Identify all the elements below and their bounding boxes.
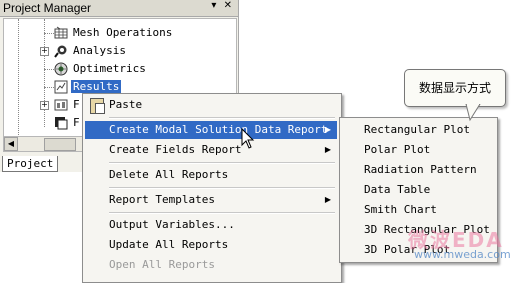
submenu-item-smith-chart[interactable]: Smith Chart	[364, 201, 437, 219]
menu-item-label: Output Variables...	[109, 218, 235, 231]
menu-item-label: Report Templates	[109, 193, 215, 206]
menu-separator	[109, 117, 335, 119]
mouse-cursor-icon	[241, 128, 255, 149]
analysis-icon	[54, 44, 68, 58]
menu-item-report-templates[interactable]: Report Templates ▶	[85, 191, 337, 209]
tree-item-label: F	[73, 116, 80, 129]
expand-toggle[interactable]: +	[40, 47, 49, 56]
field-overlays-icon	[54, 98, 68, 112]
tree-item-optimetrics[interactable]: Optimetrics	[54, 61, 148, 77]
optimetrics-icon	[54, 62, 68, 76]
panel-window-buttons[interactable]: ▾ ✕	[211, 0, 234, 11]
results-icon	[54, 80, 68, 94]
paste-icon	[90, 98, 105, 114]
context-menu: Paste Create Modal Solution Data Report …	[82, 93, 342, 283]
tree-line	[44, 87, 54, 88]
menu-item-create-modal-solution-data-report[interactable]: Create Modal Solution Data Report ▶	[85, 121, 337, 139]
annotation-callout: 数据显示方式	[404, 69, 506, 107]
panel-title-bar: Project Manager ▾ ✕	[0, 0, 238, 17]
submenu-item-polar-plot[interactable]: Polar Plot	[364, 141, 430, 159]
menu-item-label: Paste	[109, 98, 143, 111]
tree-item-analysis[interactable]: Analysis	[54, 43, 128, 59]
tree-item-label: F	[73, 98, 80, 111]
definitions-icon	[54, 116, 68, 130]
watermark-url: www.mweda.com	[414, 248, 511, 261]
menu-item-label: Update All Reports	[109, 238, 229, 251]
tab-project[interactable]: Project	[2, 156, 59, 172]
tree-item-definitions[interactable]: F	[54, 115, 82, 131]
submenu-arrow-icon: ▶	[324, 145, 331, 154]
tree-item-mesh-operations[interactable]: Mesh Operations	[54, 25, 174, 41]
submenu-item-rectangular-plot[interactable]: Rectangular Plot	[364, 121, 470, 139]
menu-separator	[109, 187, 335, 189]
menu-item-label: Delete All Reports	[109, 168, 229, 181]
tree-item-label: Results	[71, 80, 122, 93]
submenu-arrow-icon: ▶	[324, 125, 331, 134]
tree-item-label: Mesh Operations	[73, 26, 173, 39]
callout-tail	[465, 104, 481, 122]
tree-line	[18, 19, 19, 135]
menu-item-label: Create Modal Solution Data Report	[109, 123, 328, 136]
menu-item-create-fields-report[interactable]: Create Fields Report ▶	[85, 141, 337, 159]
panel-title: Project Manager	[3, 1, 92, 15]
menu-item-output-variables[interactable]: Output Variables...	[85, 216, 337, 234]
tree-item-label: Analysis	[73, 44, 126, 57]
scroll-left-icon[interactable]: ◀	[4, 137, 18, 151]
tree-line	[44, 33, 54, 34]
expand-toggle[interactable]: +	[40, 101, 49, 110]
tree-item-field-overlays[interactable]: F	[54, 97, 82, 113]
submenu-item-radiation-pattern[interactable]: Radiation Pattern	[364, 161, 477, 179]
menu-item-delete-all-reports[interactable]: Delete All Reports	[85, 166, 337, 184]
tree-line	[44, 19, 45, 127]
menu-item-update-all-reports[interactable]: Update All Reports	[85, 236, 337, 254]
menu-item-label: Create Fields Report	[109, 143, 242, 156]
menu-separator	[109, 162, 335, 164]
mesh-icon	[54, 26, 68, 40]
menu-item-paste[interactable]: Paste	[85, 96, 337, 114]
tree-item-label: Optimetrics	[73, 62, 146, 75]
menu-item-label: Open All Reports	[109, 258, 215, 271]
scroll-thumb[interactable]	[44, 138, 76, 151]
submenu-item-data-table[interactable]: Data Table	[364, 181, 430, 199]
tree-line	[44, 69, 54, 70]
submenu-arrow-icon: ▶	[324, 195, 331, 204]
menu-item-open-all-reports: Open All Reports	[85, 256, 337, 274]
menu-separator	[109, 212, 335, 214]
